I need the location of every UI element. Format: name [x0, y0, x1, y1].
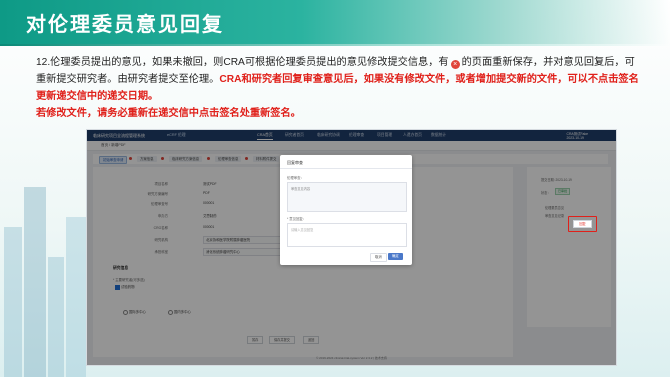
title-bar: 对伦理委员意见回复 — [0, 0, 670, 44]
reply-highlight: 回复 — [568, 216, 597, 232]
dialog-divider — [280, 168, 412, 169]
opinion-label: 伦理审查： — [287, 176, 304, 180]
slide-title: 对伦理委员意见回复 — [26, 12, 224, 36]
city-skyline-decoration — [0, 177, 95, 377]
dialog-title: 回复审查 — [287, 160, 303, 165]
confirm-button[interactable]: 确定 — [388, 253, 403, 260]
reply-label: * 意见回复： — [287, 217, 307, 221]
opinion-text: 审查意见内容 — [291, 187, 311, 191]
reply-textarea[interactable]: 请输入意见回复 — [287, 223, 407, 247]
title-underline — [0, 44, 670, 46]
paragraph-1-start: 12.伦理委员提出的意见，如果未撤回，则CRA可根据伦理委员提出的意见修改提交信… — [36, 57, 449, 68]
paragraph-2-red: 若修改文件，请务必重新在递交信中点击签名处重新签名。 — [36, 108, 301, 119]
opinion-textarea: 审查意见内容 — [287, 182, 407, 212]
cancel-button[interactable]: 取消 — [370, 253, 387, 262]
reply-button[interactable]: 回复 — [573, 220, 592, 228]
instruction-text: 12.伦理委员提出的意见，如果未撤回，则CRA可根据伦理委员提出的意见修改提交信… — [36, 54, 640, 122]
app-screenshot: 临床研究项目全流程管理系统 eCRF 伦理 CRA首页 研究者首页 临床研究协调… — [86, 129, 617, 366]
reply-placeholder: 请输入意见回复 — [291, 228, 314, 232]
reply-dialog: 回复审查 伦理审查： 审查意见内容 * 意见回复： 请输入意见回复 取消 确定 — [280, 155, 412, 265]
delete-circle-icon: × — [450, 60, 460, 69]
